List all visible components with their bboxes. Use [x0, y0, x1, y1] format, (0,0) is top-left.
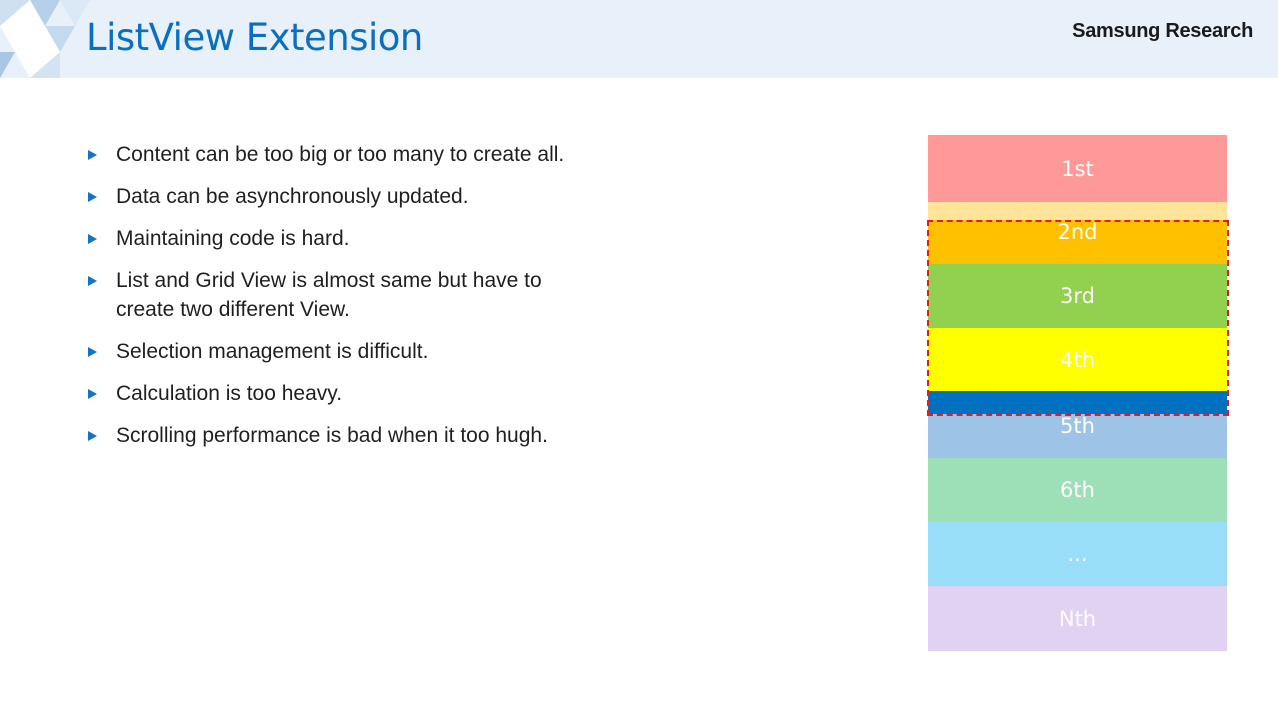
list-item-band: Nth: [928, 586, 1227, 651]
list-item-band: [928, 202, 1227, 220]
triangle-bullet-icon: [88, 389, 97, 399]
bullet-item: Content can be too big or too many to cr…: [86, 140, 686, 169]
bullet-item: Maintaining code is hard.: [86, 224, 686, 253]
bullet-text: Data can be asynchronously updated.: [116, 185, 469, 208]
bullet-item: Calculation is too heavy.: [86, 379, 686, 408]
viewport-frame: [927, 220, 1229, 416]
list-item-band: 6th: [928, 458, 1227, 522]
list-item-band: 1st: [928, 135, 1227, 202]
bullet-item: Scrolling performance is bad when it too…: [86, 421, 686, 450]
page-title: ListView Extension: [86, 16, 423, 59]
slide-header: ListView Extension Samsung Research: [0, 0, 1278, 78]
bullet-text: Maintaining code is hard.: [116, 227, 350, 250]
bullet-item: List and Grid View is almost same but ha…: [86, 266, 586, 324]
brand-logo: Samsung Research: [1072, 20, 1253, 42]
triangle-bullet-icon: [88, 192, 97, 202]
bullet-text: List and Grid View is almost same but ha…: [116, 269, 542, 321]
bullet-item: Selection management is difficult.: [86, 337, 686, 366]
bullet-text: Scrolling performance is bad when it too…: [116, 424, 548, 447]
triangle-bullet-icon: [88, 150, 97, 160]
bullet-text: Calculation is too heavy.: [116, 382, 343, 405]
triangle-bullet-icon: [88, 431, 97, 441]
bullet-text: Selection management is difficult.: [116, 340, 429, 363]
bullet-text: Content can be too big or too many to cr…: [116, 143, 565, 166]
bullet-item: Data can be asynchronously updated.: [86, 182, 686, 211]
triangle-bullet-icon: [88, 234, 97, 244]
bullet-list: Content can be too big or too many to cr…: [86, 140, 686, 463]
triangle-pattern-icon: [0, 0, 90, 78]
list-item-band: ...: [928, 522, 1227, 586]
triangle-bullet-icon: [88, 276, 97, 286]
triangle-bullet-icon: [88, 347, 97, 357]
list-item-band: 5th: [928, 414, 1227, 458]
